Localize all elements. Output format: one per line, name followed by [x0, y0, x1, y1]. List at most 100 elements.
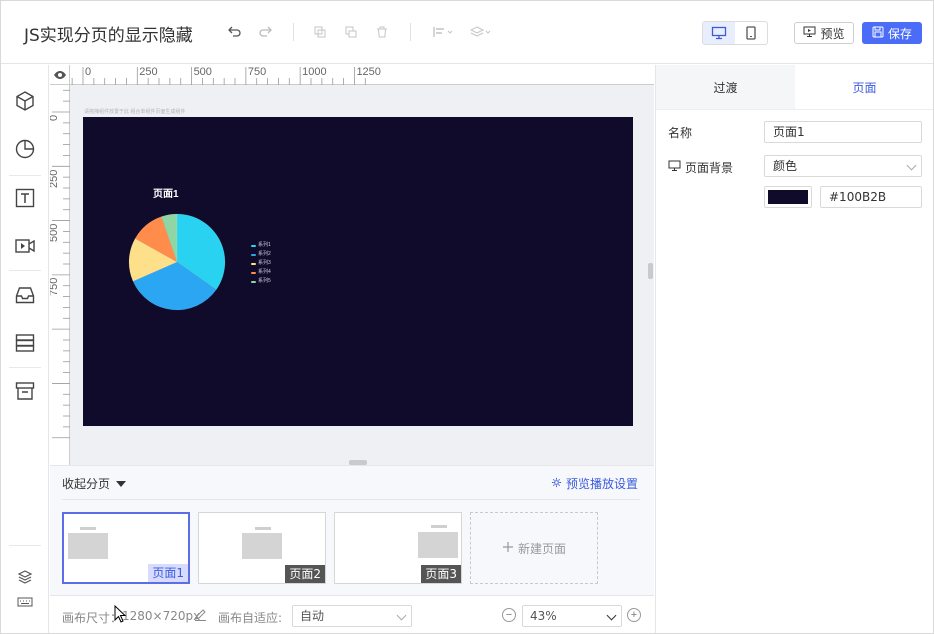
align-icon[interactable]	[431, 21, 455, 43]
legend-label: 系列3	[258, 260, 271, 266]
canvas-size-value: 1280×720px	[122, 609, 201, 623]
page-thumbnail[interactable]: 页面3	[334, 512, 462, 584]
auto-fit-select[interactable]: 自动	[292, 605, 412, 627]
name-label: 名称	[668, 126, 693, 140]
legend-item[interactable]: 系列2	[251, 250, 271, 259]
collapse-pages-button[interactable]: 收起分页	[62, 475, 127, 492]
monitor-icon	[668, 160, 681, 175]
thumbnail-block	[418, 532, 458, 558]
sidebar-divider	[9, 367, 41, 368]
undo-icon[interactable]	[223, 21, 245, 43]
delete-icon[interactable]	[371, 21, 393, 43]
property-tabs: 过渡 页面	[656, 65, 933, 110]
zoom-select[interactable]: 43%	[522, 605, 622, 627]
cube-icon[interactable]	[13, 89, 37, 113]
play-settings-label: 预览播放设置	[565, 477, 638, 491]
color-picker[interactable]	[764, 186, 812, 208]
legend-marker	[251, 253, 256, 256]
ruler-label: 1250	[356, 66, 381, 78]
keyboard-icon[interactable]	[13, 590, 37, 614]
paste-icon[interactable]	[340, 21, 362, 43]
page-label: 页面3	[421, 565, 461, 583]
chevron-down-icon	[606, 610, 617, 621]
legend-item[interactable]: 系列5	[251, 277, 271, 286]
zoom-in-icon[interactable]: +	[627, 608, 641, 622]
page-background-text: 页面背景	[685, 161, 734, 175]
copy-icon[interactable]	[309, 21, 331, 43]
background-type-select[interactable]: 颜色	[764, 155, 922, 177]
save-label: 保存	[887, 26, 912, 41]
color-hex-input[interactable]: #100B2B	[820, 186, 922, 208]
desktop-icon[interactable]	[703, 22, 735, 44]
chart-title: 页面1	[153, 189, 179, 200]
plus-icon	[502, 541, 514, 556]
mobile-icon[interactable]	[735, 22, 767, 44]
background-type-value: 颜色	[773, 159, 798, 173]
video-icon[interactable]	[13, 234, 37, 258]
legend-label: 系列2	[258, 251, 271, 257]
sidebar-divider	[9, 175, 41, 176]
play-settings-button[interactable]: 预览播放设置	[551, 475, 638, 492]
thumbnail-block	[68, 533, 108, 559]
page-label: 页面2	[285, 565, 325, 583]
save-button[interactable]: 保存	[862, 22, 922, 44]
legend-label: 系列4	[258, 269, 271, 275]
new-page-label: 新建页面	[517, 541, 566, 556]
toolbar-divider	[293, 23, 294, 41]
redo-icon[interactable]	[255, 21, 277, 43]
thumbnail-title	[80, 527, 96, 530]
canvas-page[interactable]: 页面1 系列1 系列2 系列3 系列4 系列5	[83, 117, 633, 426]
thumbnail-block	[242, 533, 282, 559]
tab-transition[interactable]: 过渡	[656, 65, 795, 109]
new-page-button[interactable]: 新建页面	[470, 512, 598, 584]
chart-legend: 系列1 系列2 系列3 系列4 系列5	[251, 241, 271, 286]
zoom-value: 43%	[530, 609, 557, 623]
top-toolbar: JS实现分页的显示隐藏 预览 保存	[1, 1, 933, 64]
vertical-ruler: 0 250 500 750	[50, 85, 70, 465]
preview-button[interactable]: 预览	[794, 22, 854, 44]
layer-order-icon[interactable]	[469, 21, 493, 43]
ruler-label: 500	[50, 223, 60, 243]
legend-label: 系列1	[258, 242, 271, 248]
canvas-area: 0 250 500 750 1000 1250 0 250 500 750 请拖拽组件放置于此 …	[50, 65, 654, 465]
sidebar-divider	[9, 545, 41, 546]
auto-fit-label: 画布自适应:	[218, 611, 283, 625]
page-name-input[interactable]: 页面1	[764, 121, 922, 143]
ruler-label: 0	[85, 66, 92, 78]
pie-chart-icon[interactable]	[13, 137, 37, 161]
ruler-label: 500	[193, 66, 212, 78]
archive-icon[interactable]	[13, 379, 37, 403]
canvas-hint: 请拖拽组件放置于此 组合单组件页面生成组件	[84, 109, 186, 115]
page-background-label: 页面背景	[668, 159, 733, 176]
ruler-label: 750	[247, 66, 267, 78]
chevron-down-icon	[906, 160, 917, 171]
legend-marker	[251, 271, 256, 274]
ruler-label: 1000	[302, 66, 327, 78]
edit-icon[interactable]	[194, 608, 207, 624]
legend-item[interactable]: 系列1	[251, 241, 271, 250]
preview-label: 预览	[820, 26, 845, 41]
ruler-label: 250	[139, 66, 158, 78]
legend-item[interactable]: 系列3	[251, 259, 271, 268]
page-thumbnail[interactable]: 页面1	[62, 512, 190, 584]
legend-item[interactable]: 系列4	[251, 268, 271, 277]
tab-page[interactable]: 页面	[795, 65, 933, 109]
text-icon[interactable]	[13, 186, 37, 210]
color-swatch	[768, 190, 808, 204]
layers-icon[interactable]	[13, 565, 37, 589]
ruler-label: 750	[50, 278, 60, 297]
toolbar-divider	[410, 23, 411, 41]
eye-icon[interactable]	[50, 65, 70, 85]
server-icon[interactable]	[13, 331, 37, 355]
device-toggle	[702, 21, 768, 45]
zoom-out-icon[interactable]: −	[502, 608, 516, 622]
pie-chart[interactable]	[127, 212, 227, 312]
sidebar-divider	[9, 270, 41, 271]
chevron-down-icon	[396, 610, 407, 621]
save-icon	[872, 26, 884, 41]
collapse-label: 收起分页	[62, 477, 111, 491]
inbox-icon[interactable]	[13, 283, 37, 307]
page-thumbnail[interactable]: 页面2	[198, 512, 326, 584]
vertical-scrollbar[interactable]	[648, 263, 653, 279]
legend-marker	[251, 262, 256, 265]
